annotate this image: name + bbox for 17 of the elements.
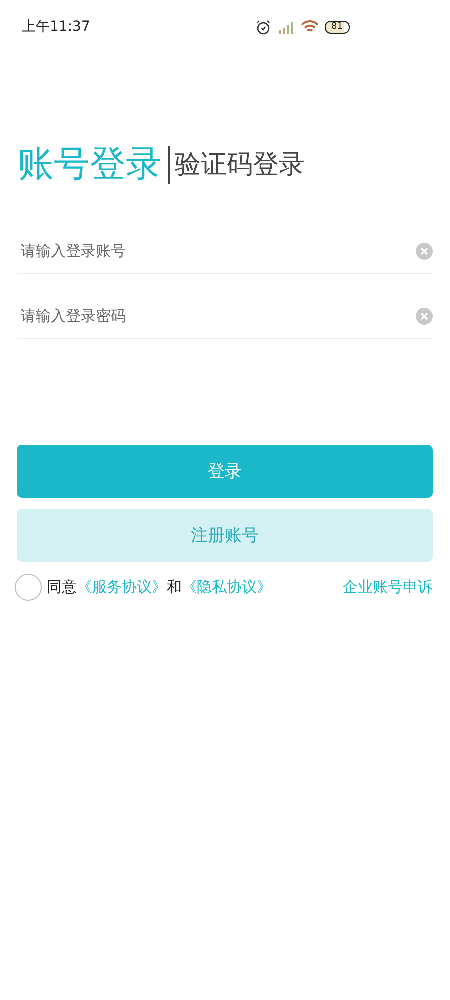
battery-level: 81 bbox=[324, 20, 350, 34]
agreement-link[interactable]: 《服务协议》 bbox=[77, 578, 167, 597]
clear-icon[interactable] bbox=[416, 243, 433, 260]
clear-icon[interactable] bbox=[416, 308, 433, 325]
appeal-link[interactable]: 企业账号申诉 bbox=[343, 578, 433, 597]
login-tab[interactable]: 验证码登录 bbox=[175, 147, 305, 182]
alarm-icon bbox=[256, 20, 271, 34]
agreement-link[interactable]: 《隐私协议》 bbox=[182, 578, 272, 597]
signal-icon bbox=[276, 20, 295, 34]
register-button[interactable]: 注册账号 bbox=[17, 509, 433, 562]
agree-text: 和 bbox=[167, 578, 182, 597]
agree-checkbox[interactable] bbox=[15, 574, 42, 601]
agree-text: 同意 bbox=[47, 578, 77, 597]
wifi-icon bbox=[300, 20, 319, 34]
status-time: 上午11:37 bbox=[22, 18, 92, 36]
login-tab[interactable]: 账号登录 bbox=[18, 140, 162, 189]
login-button[interactable]: 登录 bbox=[17, 445, 433, 498]
